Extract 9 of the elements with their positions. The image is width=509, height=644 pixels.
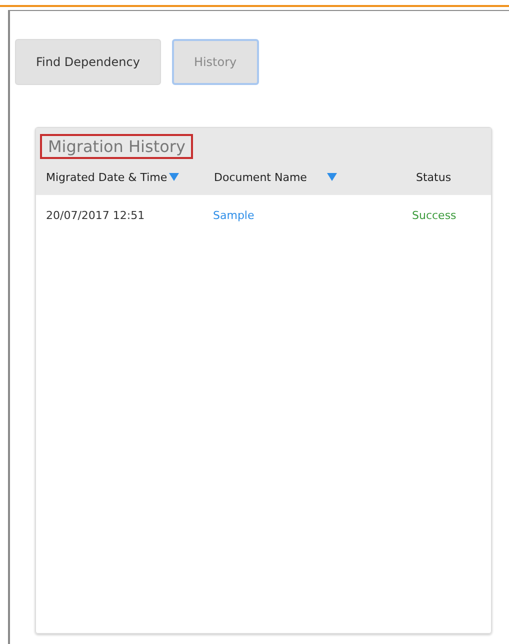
panel-title: Migration History	[40, 134, 194, 159]
date-cell: 20/07/2017 12:51	[46, 208, 145, 222]
status-cell: Success	[412, 208, 456, 222]
column-header[interactable]: Status	[416, 170, 452, 184]
column-header[interactable]: Document Name	[214, 170, 307, 184]
sort-icon[interactable]	[169, 173, 180, 181]
tab-button[interactable]: Find Dependency	[15, 39, 161, 85]
sort-icon[interactable]	[326, 173, 337, 181]
column-header[interactable]: Migrated Date & Time	[46, 170, 168, 184]
